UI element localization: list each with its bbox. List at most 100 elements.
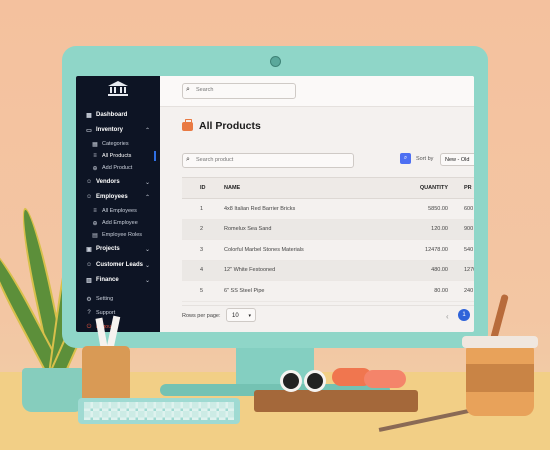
column-header-name[interactable]: NAME bbox=[224, 185, 240, 191]
cell-name: Colorful Marbel Stones Materials bbox=[224, 246, 304, 253]
list-icon: ≡ bbox=[93, 208, 97, 214]
table-row[interactable]: 1 4x8 Italian Red Barrier Bricks 5850.00… bbox=[182, 199, 474, 220]
sidebar-item-label: Employees bbox=[96, 194, 128, 200]
table-row[interactable]: 2 Romelux Sea Sand 120.00 900 bbox=[182, 219, 474, 240]
cell-id: 5 bbox=[200, 287, 204, 294]
grid-icon: ▦ bbox=[92, 141, 98, 148]
global-search[interactable]: ⌕ bbox=[182, 83, 296, 99]
cell-quantity: 120.00 bbox=[431, 226, 448, 233]
sort-select[interactable]: New - Old bbox=[440, 153, 474, 166]
cell-id: 2 bbox=[200, 226, 204, 233]
sidebar-item-label: Vendors bbox=[96, 179, 120, 185]
sidebar-item-dashboard[interactable]: ▦ Dashboard bbox=[86, 110, 127, 120]
cell-quantity: 480.00 bbox=[431, 267, 448, 274]
chevron-down-icon[interactable]: ⌄ bbox=[145, 277, 150, 284]
sidebar-item-label: Finance bbox=[96, 277, 119, 283]
user-plus-icon: ⊕ bbox=[92, 220, 98, 227]
chevron-down-icon[interactable]: ⌄ bbox=[145, 262, 150, 269]
coffee-cup-lid bbox=[462, 336, 538, 348]
sidebar-item-label: Setting bbox=[96, 296, 114, 302]
cell-name: 12" White Festooned bbox=[224, 267, 276, 274]
column-header-id[interactable]: ID bbox=[200, 185, 206, 191]
chevron-up-icon[interactable]: ⌃ bbox=[145, 194, 150, 201]
sidebar-item-support[interactable]: ? Support bbox=[86, 308, 115, 318]
id-card-icon: ▤ bbox=[92, 232, 98, 239]
sushi-tray bbox=[254, 390, 418, 412]
salmon-nigiri bbox=[364, 370, 406, 388]
chart-icon: ▥ bbox=[86, 277, 92, 284]
users-icon: ☺ bbox=[86, 194, 93, 200]
cell-price: 1270 bbox=[464, 267, 474, 274]
plant-pot bbox=[22, 368, 84, 412]
cell-price: 540 bbox=[464, 246, 474, 253]
chevron-down-icon[interactable]: ⌄ bbox=[145, 179, 150, 186]
cell-quantity: 80.00 bbox=[434, 287, 448, 294]
cell-quantity: 12478.00 bbox=[425, 246, 448, 253]
keyboard-keys bbox=[84, 402, 234, 420]
users-icon: ☺ bbox=[86, 179, 93, 185]
cell-id: 4 bbox=[200, 267, 204, 274]
sidebar-item-add-product[interactable]: ⊕ Add Product bbox=[92, 163, 132, 173]
chevron-up-icon[interactable]: ⌃ bbox=[145, 127, 150, 134]
sidebar-item-label: All Products bbox=[102, 153, 132, 159]
sidebar-item-finance[interactable]: ▥ Finance bbox=[86, 275, 119, 285]
search-icon: ⌕ bbox=[186, 156, 190, 163]
users-icon: ☺ bbox=[86, 262, 93, 268]
sidebar-item-inventory[interactable]: ▭ Inventory bbox=[86, 125, 123, 135]
search-input[interactable] bbox=[196, 87, 286, 93]
top-bar: ⌕ bbox=[160, 76, 474, 107]
sidebar-item-label: Add Product bbox=[102, 165, 133, 171]
table-row[interactable]: 5 6" SS Steel Pipe 80.00 240 bbox=[182, 281, 474, 302]
table-footer-divider bbox=[182, 305, 474, 306]
table-row[interactable]: 4 12" White Festooned 480.00 1270 bbox=[182, 260, 474, 281]
cell-price: 240 bbox=[464, 287, 474, 294]
sidebar-item-employee-roles[interactable]: ▤ Employee Roles bbox=[92, 230, 142, 240]
straw bbox=[490, 293, 509, 341]
product-search-input[interactable] bbox=[196, 157, 286, 163]
sidebar-item-label: Add Employee bbox=[102, 220, 138, 226]
sidebar-item-customer-leads[interactable]: ☺ Customer Leads bbox=[86, 260, 143, 270]
briefcase-icon bbox=[182, 118, 193, 131]
sushi-roll bbox=[280, 370, 302, 392]
page-number-button[interactable]: 1 bbox=[458, 309, 470, 321]
column-header-quantity[interactable]: QUANTITY bbox=[420, 185, 448, 191]
sidebar-item-add-employee[interactable]: ⊕ Add Employee bbox=[92, 218, 138, 228]
sidebar-item-setting[interactable]: ⚙ Setting bbox=[86, 294, 113, 304]
cell-quantity: 5850.00 bbox=[428, 205, 448, 212]
logout-icon: ⏻ bbox=[86, 323, 92, 330]
help-icon: ? bbox=[87, 310, 91, 316]
filter-search-button[interactable]: ⌕ bbox=[400, 153, 411, 164]
sidebar-item-label: Customer Leads bbox=[96, 262, 144, 268]
cell-price: 600 bbox=[464, 205, 474, 212]
prev-page-button[interactable]: ‹ bbox=[446, 312, 449, 321]
active-indicator bbox=[154, 151, 156, 161]
chevron-down-icon[interactable]: ⌄ bbox=[145, 246, 150, 253]
cell-name: Romelux Sea Sand bbox=[224, 226, 272, 233]
cell-id: 1 bbox=[200, 205, 204, 212]
sidebar-item-vendors[interactable]: ☺ Vendors bbox=[86, 177, 120, 187]
sidebar-item-all-products[interactable]: ≡ All Products bbox=[92, 151, 131, 161]
cell-name: 6" SS Steel Pipe bbox=[224, 287, 265, 294]
cell-name: 4x8 Italian Red Barrier Bricks bbox=[224, 205, 296, 212]
column-header-price[interactable]: PR bbox=[464, 185, 472, 191]
sidebar-item-projects[interactable]: ▣ Projects bbox=[86, 244, 120, 254]
rows-per-page-select[interactable]: 10 ▾ bbox=[226, 308, 256, 322]
sidebar-item-label: Dashboard bbox=[96, 112, 128, 118]
page-title: All Products bbox=[199, 120, 261, 132]
sidebar-item-label: Projects bbox=[96, 246, 120, 252]
rows-per-page-label: Rows per page: bbox=[182, 313, 221, 319]
chevron-down-icon: ▾ bbox=[248, 313, 251, 319]
camera-icon bbox=[270, 56, 281, 67]
coffee-cup-sleeve bbox=[466, 364, 534, 392]
table-row[interactable]: 3 Colorful Marbel Stones Materials 12478… bbox=[182, 240, 474, 261]
cell-id: 3 bbox=[200, 246, 204, 253]
pen-holder bbox=[82, 346, 130, 402]
table-header: ID NAME QUANTITY PR bbox=[182, 177, 474, 199]
product-search[interactable]: ⌕ bbox=[182, 153, 354, 168]
sidebar-item-all-employees[interactable]: ≡ All Employees bbox=[92, 206, 137, 216]
monitor-neck bbox=[236, 348, 314, 388]
sidebar-item-employees[interactable]: ☺ Employees bbox=[86, 192, 128, 202]
briefcase-icon: ▣ bbox=[86, 246, 92, 253]
plus-circle-icon: ⊕ bbox=[92, 165, 98, 172]
sidebar-item-categories[interactable]: ▦ Categories bbox=[92, 139, 128, 149]
